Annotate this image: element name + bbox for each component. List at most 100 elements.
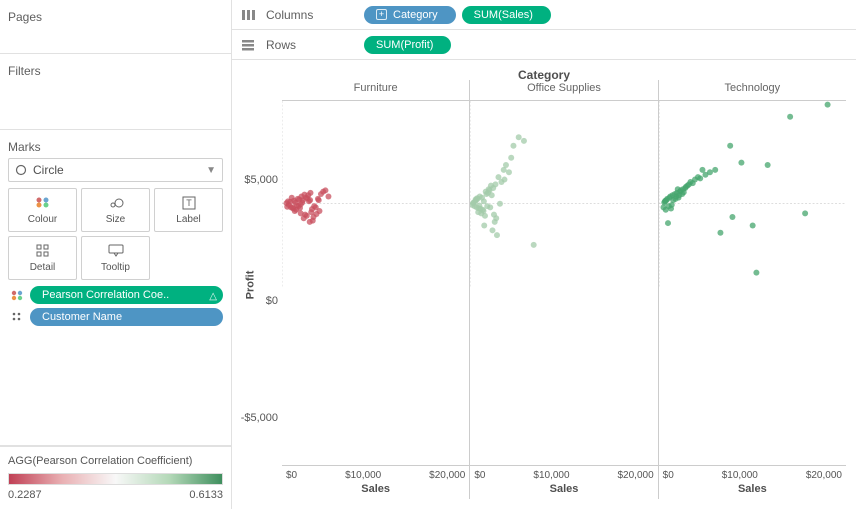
data-point[interactable]	[668, 202, 674, 208]
filters-shelf[interactable]: Filters	[0, 54, 231, 130]
data-point[interactable]	[516, 134, 522, 140]
data-point[interactable]	[674, 186, 680, 192]
data-point[interactable]	[506, 169, 512, 175]
marks-title: Marks	[8, 140, 223, 154]
data-point[interactable]	[494, 232, 500, 238]
facet-technology: Technology$0$10,000$20,000Sales	[658, 80, 846, 499]
data-point[interactable]	[824, 102, 830, 108]
data-point[interactable]	[492, 219, 498, 225]
data-point[interactable]	[712, 167, 718, 173]
data-point[interactable]	[503, 162, 509, 168]
data-point[interactable]	[509, 155, 515, 161]
y-axis-ticks: $5,000 $0 -$5,000	[240, 100, 282, 465]
filters-title: Filters	[8, 64, 223, 78]
tooltip-icon	[108, 244, 124, 260]
detail-pill-label: Customer Name	[42, 311, 122, 323]
data-point[interactable]	[727, 143, 733, 149]
columns-label: Columns	[266, 8, 356, 22]
data-point[interactable]	[307, 197, 313, 203]
sidebar: Pages Filters Marks Circle ▼ Colour	[0, 0, 232, 509]
colour-pill-pearson[interactable]: Pearson Correlation Coe.. △	[30, 286, 223, 304]
data-point[interactable]	[482, 213, 488, 219]
data-point[interactable]	[311, 203, 317, 209]
data-point[interactable]	[764, 162, 770, 168]
data-point[interactable]	[802, 210, 808, 216]
y-tick: -$5,000	[241, 412, 278, 424]
pages-shelf[interactable]: Pages	[0, 0, 231, 54]
legend-gradient[interactable]	[8, 473, 223, 485]
rows-shelf[interactable]: Rows SUM(Profit)	[232, 30, 856, 60]
columns-shelf[interactable]: Columns + Category SUM(Sales)	[232, 0, 856, 30]
data-point[interactable]	[301, 192, 307, 198]
detail-pill-customer[interactable]: Customer Name	[30, 308, 223, 326]
data-point[interactable]	[753, 270, 759, 276]
detail-label: Detail	[30, 262, 56, 273]
data-point[interactable]	[485, 203, 491, 209]
data-point[interactable]	[521, 138, 527, 144]
data-point[interactable]	[729, 214, 735, 220]
plot-area[interactable]	[659, 101, 846, 465]
data-point[interactable]	[497, 201, 503, 207]
data-point[interactable]	[502, 177, 508, 183]
data-point[interactable]	[749, 222, 755, 228]
data-point[interactable]	[697, 175, 703, 181]
x-tick: $20,000	[429, 470, 465, 481]
detail-slot-icon	[8, 311, 26, 323]
agg-indicator-icon: △	[209, 291, 217, 302]
size-label: Size	[106, 214, 125, 225]
data-point[interactable]	[322, 187, 328, 193]
data-point[interactable]	[474, 195, 480, 201]
data-point[interactable]	[662, 198, 668, 204]
data-point[interactable]	[477, 203, 483, 209]
columns-pill-sales[interactable]: SUM(Sales)	[462, 6, 551, 24]
mark-type-selector[interactable]: Circle ▼	[8, 158, 223, 182]
data-point[interactable]	[482, 222, 488, 228]
data-point[interactable]	[717, 230, 723, 236]
colour-pill-label: Pearson Correlation Coe..	[42, 289, 169, 301]
data-point[interactable]	[289, 204, 295, 210]
x-tick: $0	[474, 470, 485, 481]
columns-icon	[238, 9, 258, 21]
plot-area[interactable]	[282, 101, 469, 465]
data-point[interactable]	[284, 204, 290, 210]
data-point[interactable]	[531, 242, 537, 248]
facet-header: Office Supplies	[470, 80, 657, 101]
data-point[interactable]	[313, 211, 319, 217]
label-button[interactable]: T Label	[154, 188, 223, 232]
data-point[interactable]	[787, 114, 793, 120]
data-point[interactable]	[481, 198, 487, 204]
detail-button[interactable]: Detail	[8, 236, 77, 280]
mark-type-label: Circle	[33, 163, 64, 177]
viz-canvas[interactable]: Category Profit $5,000 $0 -$5,000 Furnit…	[232, 60, 856, 509]
data-point[interactable]	[489, 192, 495, 198]
data-point[interactable]	[680, 189, 686, 195]
columns-pill-category[interactable]: + Category	[364, 6, 456, 24]
data-point[interactable]	[686, 181, 692, 187]
facet-office-supplies: Office Supplies$0$10,000$20,000Sales	[469, 80, 657, 499]
data-point[interactable]	[511, 143, 517, 149]
data-point[interactable]	[316, 197, 322, 203]
colour-button[interactable]: Colour	[8, 188, 77, 232]
data-point[interactable]	[493, 181, 499, 187]
data-point[interactable]	[304, 213, 310, 219]
data-point[interactable]	[673, 193, 679, 199]
data-point[interactable]	[486, 186, 492, 192]
x-axis-label: Sales	[470, 483, 657, 495]
tooltip-button[interactable]: Tooltip	[81, 236, 150, 280]
data-point[interactable]	[738, 160, 744, 166]
rows-label: Rows	[266, 38, 356, 52]
data-point[interactable]	[307, 219, 313, 225]
colour-slot-icon	[8, 289, 26, 301]
data-point[interactable]	[289, 195, 295, 201]
data-point[interactable]	[490, 227, 496, 233]
label-icon: T	[182, 196, 196, 212]
data-point[interactable]	[491, 212, 497, 218]
size-button[interactable]: Size	[81, 188, 150, 232]
plot-area[interactable]	[470, 101, 657, 465]
data-point[interactable]	[298, 201, 304, 207]
data-point[interactable]	[707, 169, 713, 175]
x-tick: $0	[286, 470, 297, 481]
data-point[interactable]	[325, 193, 331, 199]
data-point[interactable]	[665, 220, 671, 226]
rows-pill-profit[interactable]: SUM(Profit)	[364, 36, 451, 54]
